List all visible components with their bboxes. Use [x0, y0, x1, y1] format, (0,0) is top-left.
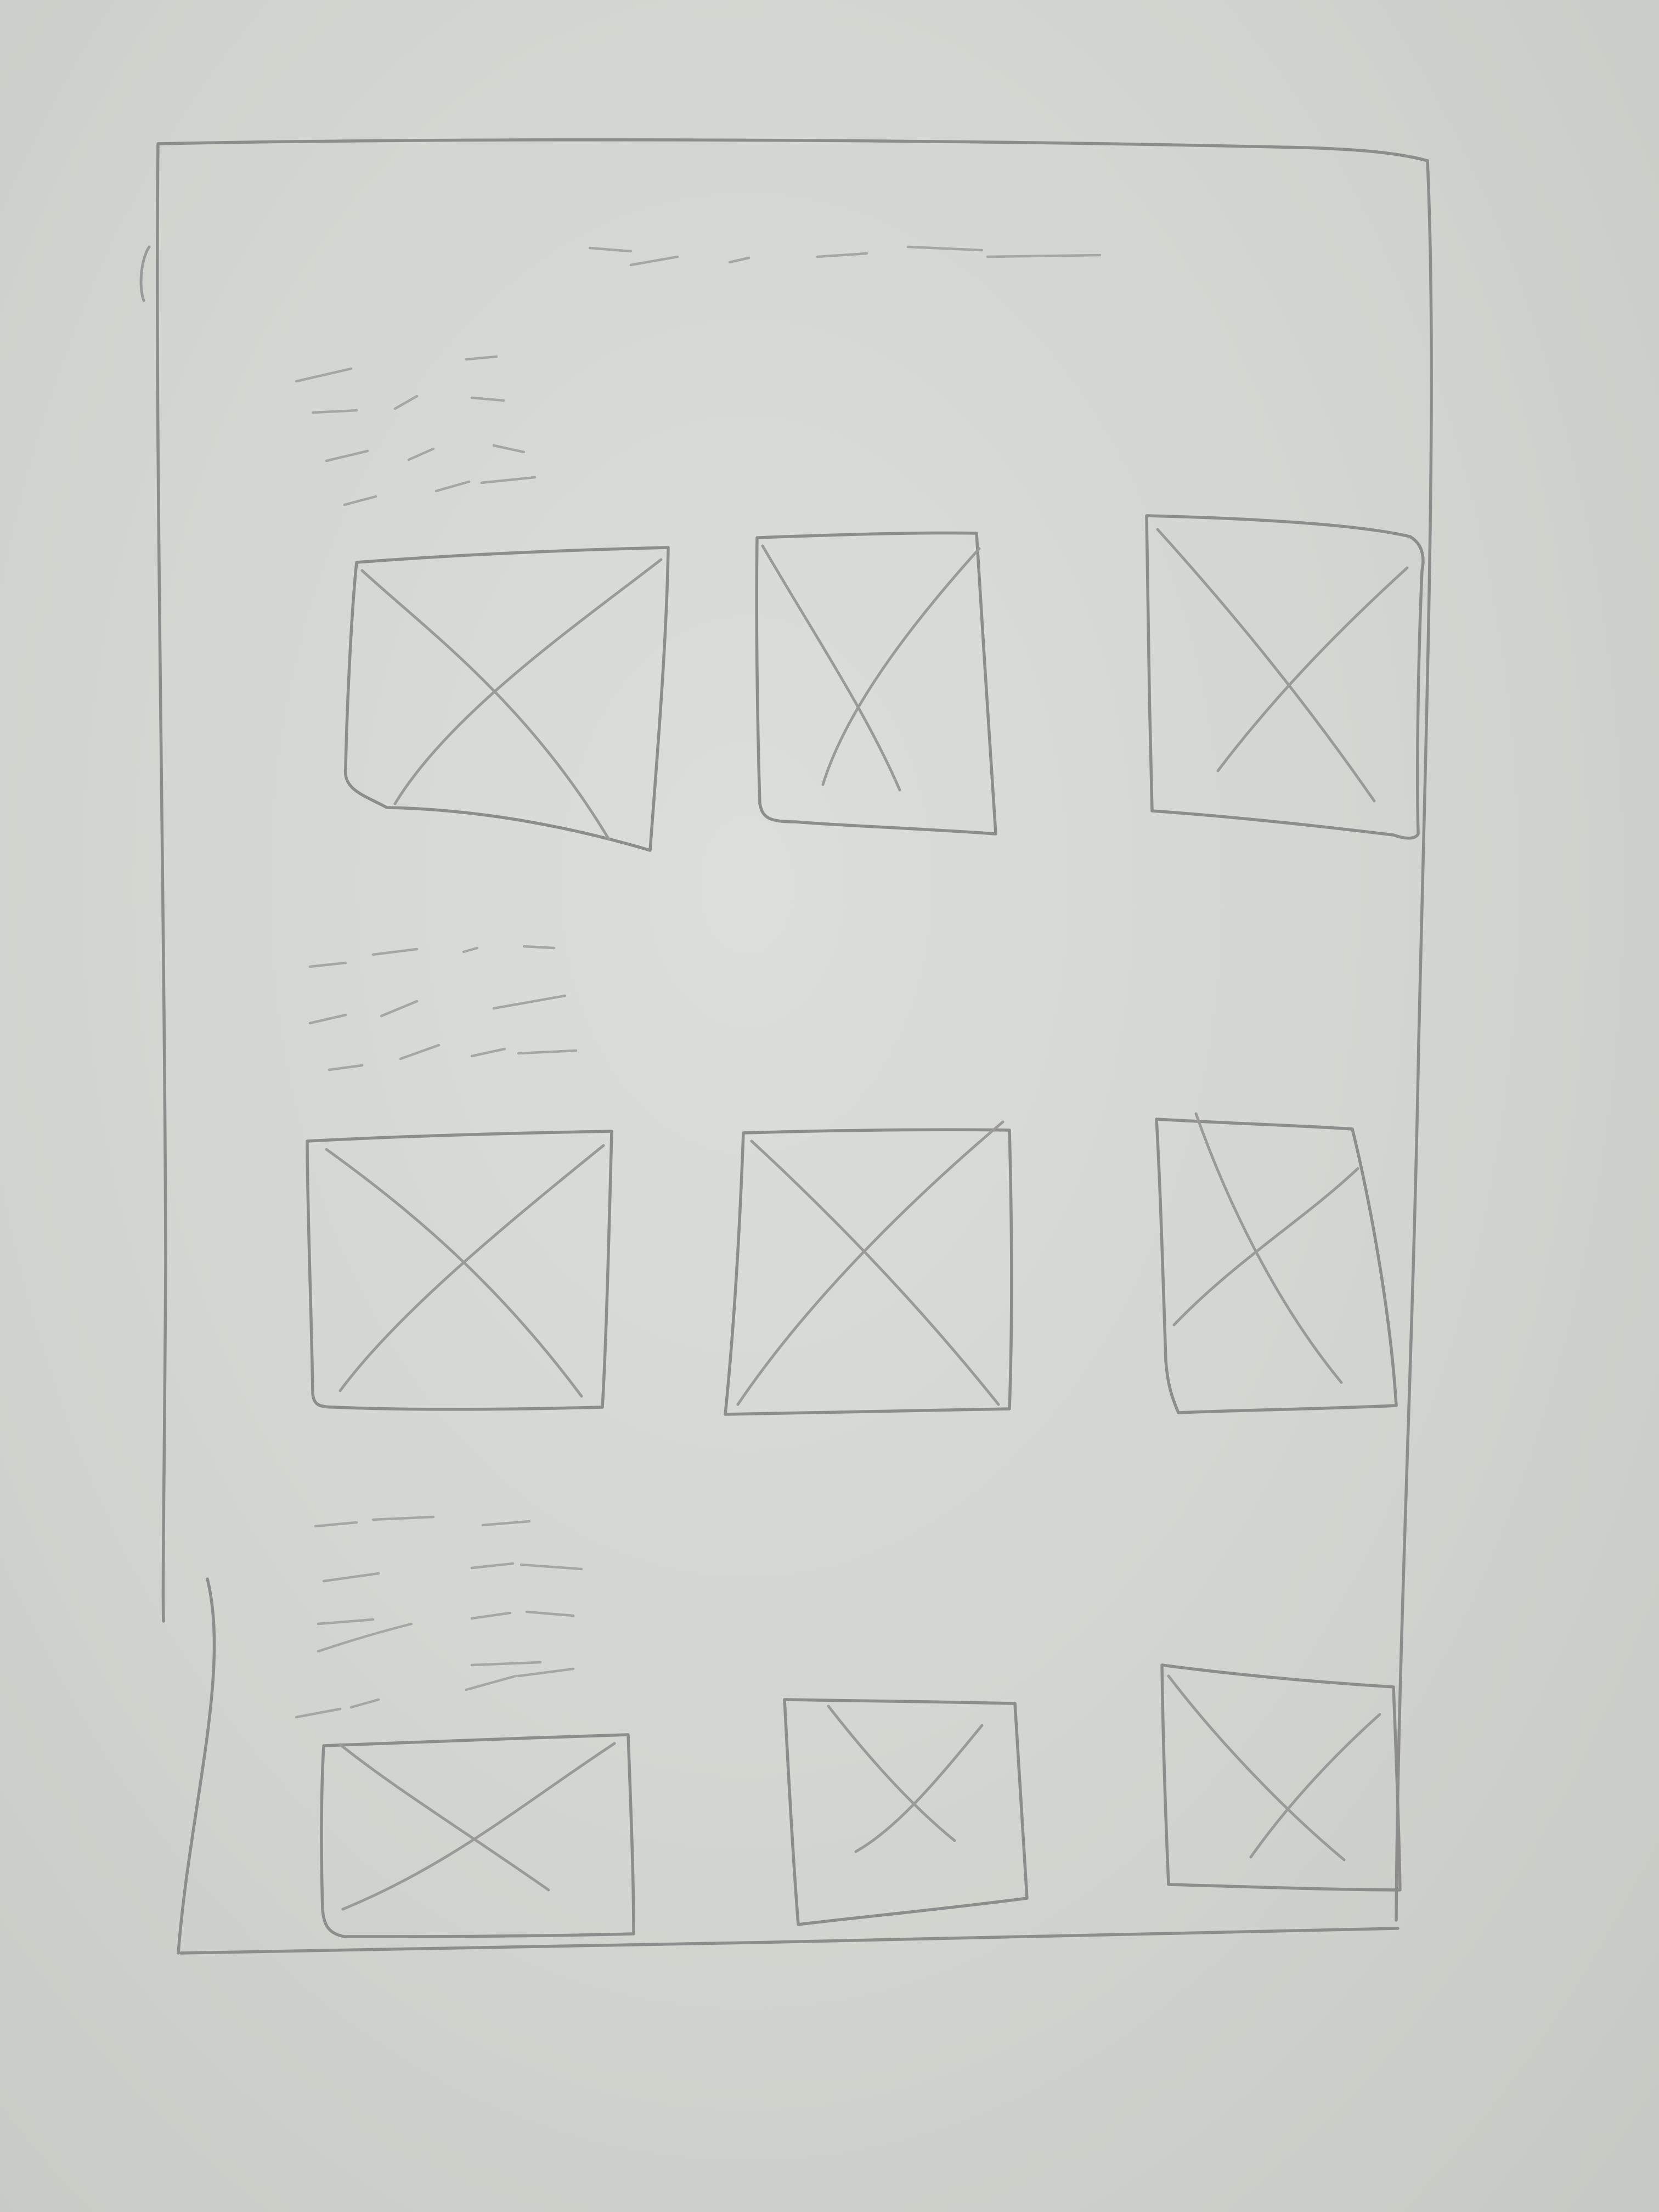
- section-1-image-placeholder-2: [755, 531, 997, 836]
- section-1-text-block: [295, 355, 537, 506]
- section-3-image-placeholder-1: [320, 1733, 635, 1938]
- paper-sheet: [0, 0, 1659, 2212]
- header-title-scribble: [588, 245, 1102, 267]
- section-3-image-placeholder-2: [783, 1698, 1029, 1926]
- section-2-image-placeholder-2: [724, 1120, 1013, 1416]
- section-2-text-block: [308, 945, 578, 1071]
- section-1-image-placeholder-3: [1145, 514, 1425, 840]
- wireframe-sketch: [139, 138, 1433, 1955]
- section-1-image-placeholder-1: [343, 546, 670, 852]
- section-2-image-placeholder-1: [306, 1130, 613, 1411]
- section-3-text-block: [295, 1515, 583, 1719]
- section-3-image-placeholder-3: [1160, 1663, 1402, 1892]
- section-2-image-placeholder-3: [1155, 1112, 1398, 1414]
